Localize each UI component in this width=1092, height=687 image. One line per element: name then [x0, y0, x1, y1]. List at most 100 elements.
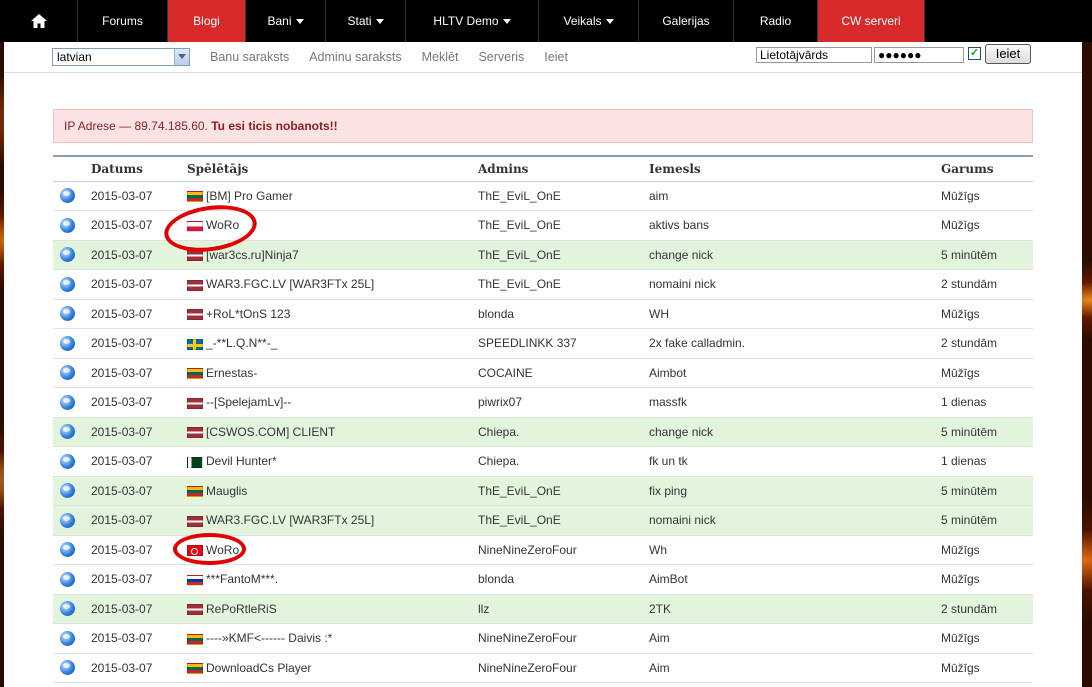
row-details-cell[interactable] — [53, 269, 91, 300]
row-details-cell[interactable] — [53, 653, 91, 683]
nav-cw-serveri[interactable]: CW serveri — [818, 0, 925, 42]
ban-admin: COCAINE — [478, 358, 649, 388]
globe-icon[interactable] — [60, 630, 75, 646]
ban-reason: nomaini nick — [649, 269, 941, 300]
content-panel: latvian Banu saraksts Adminu saraksts Me… — [4, 42, 1082, 687]
globe-icon[interactable] — [60, 483, 75, 499]
country-flag-icon — [187, 397, 203, 409]
globe-icon[interactable] — [60, 276, 75, 292]
table-row[interactable]: 2015-03-07 +RoL*tOnS 123 blonda WH Mūžīgs — [53, 299, 1033, 329]
globe-icon[interactable] — [60, 188, 75, 204]
ban-alert: IP Adrese — 89.74.185.60. Tu esi ticis n… — [53, 109, 1033, 143]
nav-stati[interactable]: Stati — [326, 0, 406, 42]
row-details-cell[interactable] — [53, 623, 91, 654]
home-button[interactable] — [0, 0, 78, 42]
link-meklet[interactable]: Meklēt — [422, 50, 459, 64]
link-banu-saraksts[interactable]: Banu saraksts — [210, 50, 289, 64]
globe-icon[interactable] — [60, 306, 75, 322]
ban-length: 5 minūtēm — [941, 240, 1033, 270]
ban-length: Mūžīgs — [941, 358, 1033, 388]
globe-icon[interactable] — [60, 512, 75, 528]
language-select[interactable]: latvian — [52, 48, 190, 66]
row-details-cell[interactable] — [53, 181, 91, 211]
country-flag-icon — [187, 309, 203, 321]
country-flag-icon — [187, 604, 203, 616]
nav-hltv-demo[interactable]: HLTV Demo — [406, 0, 539, 42]
globe-icon[interactable] — [60, 335, 75, 351]
row-details-cell[interactable] — [53, 594, 91, 624]
globe-icon[interactable] — [60, 542, 75, 558]
table-row[interactable]: 2015-03-07 [war3cs.ru]Ninja7 ThE_EviL_OnE c… — [53, 240, 1033, 270]
nav-radio[interactable]: Radio — [734, 0, 818, 42]
ban-reason: 2TK — [649, 594, 941, 624]
row-details-cell[interactable] — [53, 328, 91, 359]
ban-player: --[SpelejamLv]-- — [187, 387, 478, 418]
globe-icon[interactable] — [60, 424, 75, 440]
ban-date: 2015-03-07 — [91, 476, 187, 506]
row-details-cell[interactable] — [53, 535, 91, 565]
row-details-cell[interactable] — [53, 240, 91, 270]
nav-veikals[interactable]: Veikals — [539, 0, 639, 42]
row-details-cell[interactable] — [53, 210, 91, 241]
table-row[interactable]: 2015-03-07 Mauglis ThE_EviL_OnE fix ping 5 m… — [53, 476, 1033, 506]
username-field[interactable]: Lietotājvārds — [756, 47, 872, 63]
table-row[interactable]: 2015-03-07 Ernestas- COCAINE Aimbot Mūžīgs — [53, 358, 1033, 388]
row-details-cell[interactable] — [53, 358, 91, 388]
link-serveris[interactable]: Serveris — [478, 50, 524, 64]
table-row[interactable]: 2015-03-07 [BM] Pro Gamer ThE_EviL_OnE aim M… — [53, 181, 1033, 211]
table-row[interactable]: 2015-03-07 _-**L.Q.N**-_ SPEEDLINKK 337 2x … — [53, 328, 1033, 359]
globe-icon[interactable] — [60, 365, 75, 381]
row-details-cell[interactable] — [53, 505, 91, 536]
login-button[interactable]: Ieiet — [985, 44, 1031, 64]
nav-forums[interactable]: Forums — [78, 0, 168, 42]
row-details-cell[interactable] — [53, 387, 91, 418]
nav-bani[interactable]: Bani — [246, 0, 326, 42]
globe-icon[interactable] — [60, 217, 75, 233]
globe-icon[interactable] — [60, 660, 75, 676]
ban-player: +RoL*tOnS 123 — [187, 299, 478, 329]
ban-player: Mauglis — [187, 476, 478, 506]
nav-galerijas[interactable]: Galerijas — [639, 0, 734, 42]
table-row[interactable]: 2015-03-07 WAR3.FGC.LV [WAR3FTx 25L] ThE_E… — [53, 269, 1033, 300]
ban-length: Mūžīgs — [941, 623, 1033, 654]
ban-admin: llz — [478, 594, 649, 624]
table-row[interactable]: 2015-03-07 WoRo ThE_EviL_OnE aktivs bans Mūž… — [53, 210, 1033, 241]
player-name: WoRo — [206, 542, 240, 557]
ban-admin: ThE_EviL_OnE — [478, 181, 649, 211]
ban-player: WAR3.FGC.LV [WAR3FTx 25L] — [187, 505, 478, 536]
ban-player: Devil Hunter* — [187, 446, 478, 477]
link-ieiet[interactable]: Ieiet — [544, 50, 568, 64]
row-details-cell[interactable] — [53, 417, 91, 447]
globe-icon[interactable] — [60, 394, 75, 410]
table-row[interactable]: 2015-03-07 ***FantoM***. blonda AimBot Mūžīg… — [53, 564, 1033, 595]
ban-player: [CSWOS.COM] CLIENT — [187, 417, 478, 447]
table-row[interactable]: 2015-03-07 RePoRtleRiS llz 2TK 2 stundām — [53, 594, 1033, 624]
globe-icon[interactable] — [60, 453, 75, 469]
table-row[interactable]: 2015-03-07 [CSWOS.COM] CLIENT Chiepa. chang… — [53, 417, 1033, 447]
table-row[interactable]: 2015-03-07 --[SpelejamLv]-- piwrix07 massfk… — [53, 387, 1033, 418]
country-flag-icon — [187, 427, 203, 439]
player-name: ***FantoM***. — [206, 572, 279, 587]
globe-icon[interactable] — [60, 571, 75, 587]
link-adminu-saraksts[interactable]: Adminu saraksts — [309, 50, 401, 64]
ban-date: 2015-03-07 — [91, 535, 187, 565]
ban-reason: Wh — [649, 535, 941, 565]
table-row[interactable]: 2015-03-07 WoRo NineNineZeroFour Wh Mūžīgs — [53, 535, 1033, 565]
row-details-cell[interactable] — [53, 564, 91, 595]
row-details-cell[interactable] — [53, 446, 91, 477]
remember-checkbox[interactable]: ✓ — [968, 47, 981, 60]
dropdown-arrow-icon[interactable] — [174, 49, 189, 65]
nav-blogi[interactable]: Blogi — [168, 0, 246, 42]
row-details-cell[interactable] — [53, 476, 91, 506]
table-row[interactable]: 2015-03-07 WAR3.FGC.LV [WAR3FTx 25L] ThE_E… — [53, 505, 1033, 536]
password-field[interactable]: ●●●●●● — [874, 47, 964, 63]
table-row[interactable]: 2015-03-07 Devil Hunter* Chiepa. fk un tk 1 … — [53, 446, 1033, 477]
ban-reason: fix ping — [649, 476, 941, 506]
player-name: Ernestas- — [206, 365, 258, 380]
row-details-cell[interactable] — [53, 299, 91, 329]
globe-icon[interactable] — [60, 247, 75, 263]
table-row[interactable]: 2015-03-07 ----»KMF<------ Daivis :* NineN… — [53, 623, 1033, 654]
ban-reason: AimBot — [649, 564, 941, 595]
globe-icon[interactable] — [60, 601, 75, 617]
table-row[interactable]: 2015-03-07 DownloadCs Player NineNineZeroF… — [53, 653, 1033, 683]
